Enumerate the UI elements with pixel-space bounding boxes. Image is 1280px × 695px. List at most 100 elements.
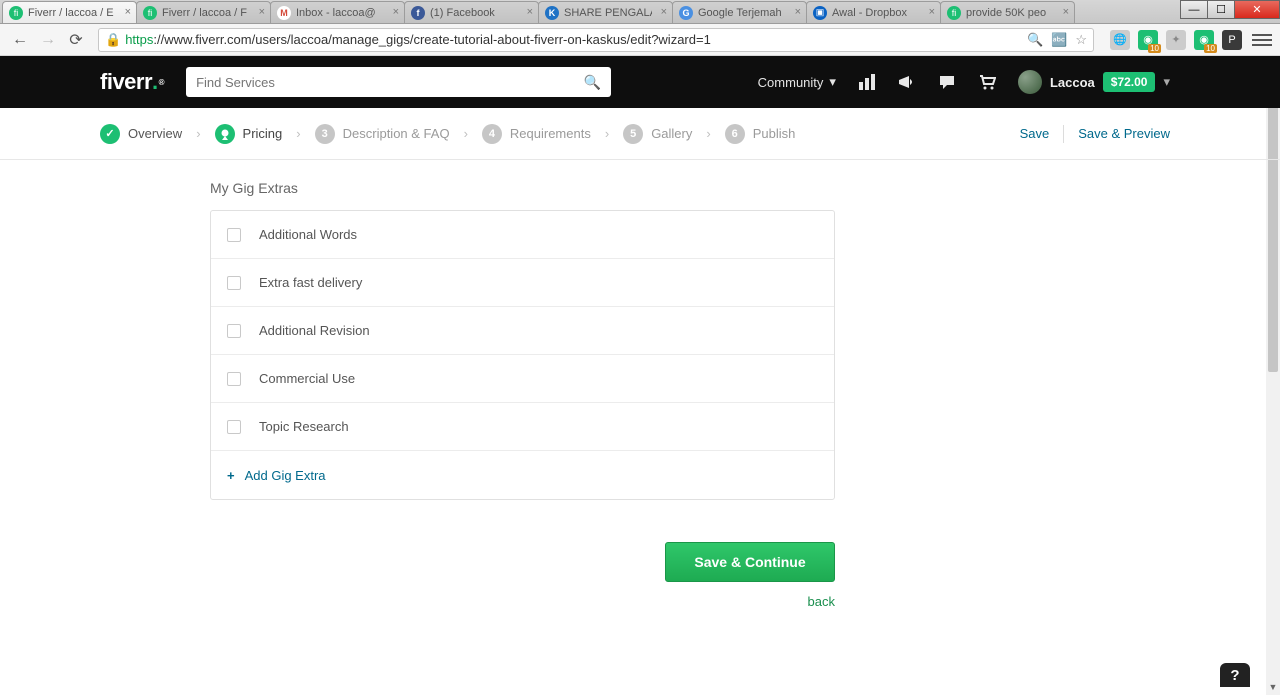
extension-icon[interactable]: P xyxy=(1222,30,1242,50)
save-link[interactable]: Save xyxy=(1020,126,1050,141)
close-window-button[interactable]: ✕ xyxy=(1234,0,1280,19)
section-title: My Gig Extras xyxy=(210,180,835,196)
help-bubble-button[interactable]: ? xyxy=(1220,663,1250,687)
close-tab-icon[interactable]: × xyxy=(259,6,265,18)
step-requirements[interactable]: 4 Requirements › xyxy=(482,124,611,144)
extra-row-topic-research[interactable]: Topic Research xyxy=(211,403,834,451)
site-header: fiverr.® 🔍 Community ▾ xyxy=(0,56,1280,108)
chevron-down-icon: ▾ xyxy=(1163,74,1170,90)
username: Laccoa xyxy=(1050,75,1095,90)
close-tab-icon[interactable]: × xyxy=(125,6,131,18)
close-tab-icon[interactable]: × xyxy=(929,6,935,18)
divider xyxy=(1063,125,1064,143)
cart-icon[interactable] xyxy=(978,74,996,90)
browser-tab-2[interactable]: M Inbox - laccoa@ × xyxy=(270,1,405,23)
search-input[interactable] xyxy=(196,75,584,90)
back-button[interactable]: ← xyxy=(8,28,32,52)
tab-title: Fiverr / laccoa / E xyxy=(28,7,114,19)
browser-tab-4[interactable]: K SHARE PENGALA × xyxy=(538,1,673,23)
minimize-button[interactable]: — xyxy=(1180,0,1208,19)
step-number: 6 xyxy=(725,124,745,144)
step-description[interactable]: 3 Description & FAQ › xyxy=(315,124,470,144)
translate-icon[interactable]: 🔤 xyxy=(1051,32,1067,48)
wizard-steps: ✓ Overview › Pricing › 3 Description & F… xyxy=(0,108,1280,160)
address-bar[interactable]: 🔒 https://www.fiverr.com/users/laccoa/ma… xyxy=(98,28,1094,52)
avatar xyxy=(1018,70,1042,94)
megaphone-icon[interactable] xyxy=(898,74,916,90)
extra-row-commercial-use[interactable]: Commercial Use xyxy=(211,355,834,403)
extension-icon[interactable]: ✦ xyxy=(1166,30,1186,50)
chrome-menu-button[interactable] xyxy=(1252,34,1272,46)
favicon-icon: G xyxy=(679,6,693,20)
fiverr-logo[interactable]: fiverr.® xyxy=(100,69,164,95)
tab-title: (1) Facebook xyxy=(430,7,495,19)
extra-row-additional-words[interactable]: Additional Words xyxy=(211,211,834,259)
favicon-icon: ▣ xyxy=(813,6,827,20)
wizard-actions: Save Save & Preview xyxy=(1020,125,1170,143)
step-publish[interactable]: 6 Publish xyxy=(725,124,796,144)
step-number xyxy=(215,124,235,144)
close-tab-icon[interactable]: × xyxy=(393,6,399,18)
community-menu[interactable]: Community ▾ xyxy=(758,74,836,90)
back-link[interactable]: back xyxy=(808,594,835,609)
extension-icon[interactable]: ◉10 xyxy=(1138,30,1158,50)
extension-icon[interactable]: ◉10 xyxy=(1194,30,1214,50)
extra-label: Extra fast delivery xyxy=(259,275,362,290)
browser-tabs: fi Fiverr / laccoa / E × fi Fiverr / lac… xyxy=(0,0,1280,24)
favicon-icon: K xyxy=(545,6,559,20)
browser-tab-1[interactable]: fi Fiverr / laccoa / F × xyxy=(136,1,271,23)
search-icon[interactable]: 🔍 xyxy=(584,74,601,91)
step-number: 4 xyxy=(482,124,502,144)
close-tab-icon[interactable]: × xyxy=(795,6,801,18)
user-menu[interactable]: Laccoa $72.00 ▾ xyxy=(1018,70,1170,94)
step-overview[interactable]: ✓ Overview › xyxy=(100,124,203,144)
close-tab-icon[interactable]: × xyxy=(527,6,533,18)
page-viewport: fiverr.® 🔍 Community ▾ xyxy=(0,56,1280,695)
lock-icon: 🔒 xyxy=(105,32,121,48)
extension-icon[interactable]: 🌐 xyxy=(1110,30,1130,50)
chevron-right-icon: › xyxy=(464,126,468,141)
chevron-right-icon: › xyxy=(296,126,300,141)
favicon-icon: fi xyxy=(143,6,157,20)
tab-title: Awal - Dropbox xyxy=(832,7,907,19)
messages-icon[interactable] xyxy=(938,74,956,90)
checkbox[interactable] xyxy=(227,420,241,434)
search-box[interactable]: 🔍 xyxy=(186,67,611,97)
extension-badge: 10 xyxy=(1148,44,1161,53)
step-label: Requirements xyxy=(510,126,591,141)
tab-title: Inbox - laccoa@ xyxy=(296,7,376,19)
tab-title: SHARE PENGALA xyxy=(564,7,652,19)
forward-button[interactable]: → xyxy=(36,28,60,52)
step-label: Pricing xyxy=(243,126,283,141)
browser-tab-0[interactable]: fi Fiverr / laccoa / E × xyxy=(2,1,137,23)
extra-row-additional-revision[interactable]: Additional Revision xyxy=(211,307,834,355)
step-number: ✓ xyxy=(100,124,120,144)
browser-tab-5[interactable]: G Google Terjemah × xyxy=(672,1,807,23)
star-icon[interactable]: ☆ xyxy=(1075,32,1087,48)
close-tab-icon[interactable]: × xyxy=(661,6,667,18)
checkbox[interactable] xyxy=(227,324,241,338)
zoom-icon[interactable]: 🔍 xyxy=(1027,32,1043,48)
browser-tab-7[interactable]: fi provide 50K peo × xyxy=(940,1,1075,23)
step-label: Description & FAQ xyxy=(343,126,450,141)
extra-label: Additional Revision xyxy=(259,323,370,338)
close-tab-icon[interactable]: × xyxy=(1063,6,1069,18)
add-gig-extra-button[interactable]: + Add Gig Extra xyxy=(211,451,834,499)
save-preview-link[interactable]: Save & Preview xyxy=(1078,126,1170,141)
analytics-icon[interactable] xyxy=(858,74,876,90)
checkbox[interactable] xyxy=(227,276,241,290)
maximize-button[interactable]: ☐ xyxy=(1207,0,1235,19)
save-continue-button[interactable]: Save & Continue xyxy=(665,542,835,582)
step-gallery[interactable]: 5 Gallery › xyxy=(623,124,713,144)
step-pricing[interactable]: Pricing › xyxy=(215,124,303,144)
tab-title: provide 50K peo xyxy=(966,7,1046,19)
chevron-down-icon: ▾ xyxy=(829,74,836,90)
browser-tab-6[interactable]: ▣ Awal - Dropbox × xyxy=(806,1,941,23)
chevron-right-icon: › xyxy=(605,126,609,141)
tab-title: Fiverr / laccoa / F xyxy=(162,7,247,19)
checkbox[interactable] xyxy=(227,228,241,242)
browser-tab-3[interactable]: f (1) Facebook × xyxy=(404,1,539,23)
extra-row-fast-delivery[interactable]: Extra fast delivery xyxy=(211,259,834,307)
reload-button[interactable]: ⟳ xyxy=(64,28,88,52)
checkbox[interactable] xyxy=(227,372,241,386)
